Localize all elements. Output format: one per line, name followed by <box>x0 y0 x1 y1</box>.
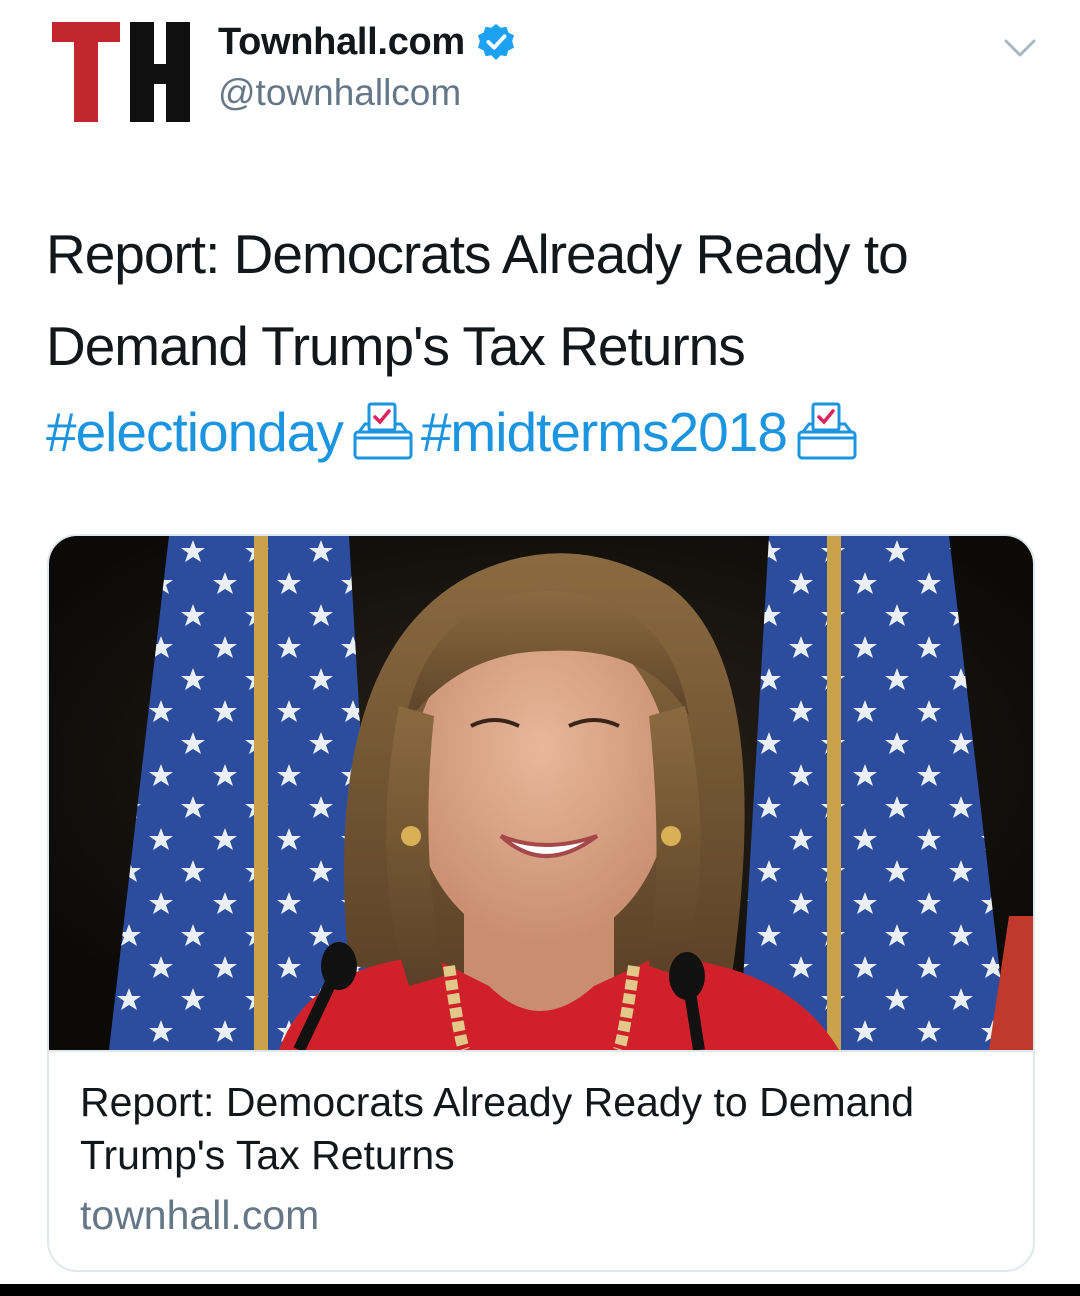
chevron-down-icon[interactable] <box>1000 28 1040 68</box>
ballot-box-with-ballot-icon <box>353 402 413 460</box>
display-name[interactable]: Townhall.com <box>218 21 465 64</box>
tweet-container: Townhall.com @townhallcom Report: Democr… <box>0 0 1080 1296</box>
hashtag-midterms2018[interactable]: #midterms2018 <box>421 400 788 464</box>
account-handle[interactable]: @townhallcom <box>218 72 515 114</box>
bottom-edge-bar <box>0 1284 1080 1296</box>
townhall-logo[interactable] <box>52 18 192 128</box>
card-image[interactable] <box>49 536 1033 1050</box>
card-body[interactable]: Report: Democrats Already Ready to Deman… <box>49 1050 1033 1270</box>
verified-badge-icon <box>477 23 514 61</box>
hashtag-electionday[interactable]: #electionday <box>46 400 344 464</box>
account-info[interactable]: Townhall.com @townhallcom <box>218 20 515 114</box>
card-domain[interactable]: townhall.com <box>80 1192 319 1239</box>
card-title[interactable]: Report: Democrats Already Ready to Deman… <box>80 1076 1010 1182</box>
display-name-row: Townhall.com <box>218 20 515 64</box>
ballot-box-with-ballot-icon <box>797 402 857 460</box>
tweet-text: Report: Democrats Already Ready to Deman… <box>46 223 909 377</box>
hashtag-line: #electionday #midterms2018 <box>46 392 865 472</box>
link-preview-card[interactable]: Report: Democrats Already Ready to Deman… <box>47 534 1035 1272</box>
